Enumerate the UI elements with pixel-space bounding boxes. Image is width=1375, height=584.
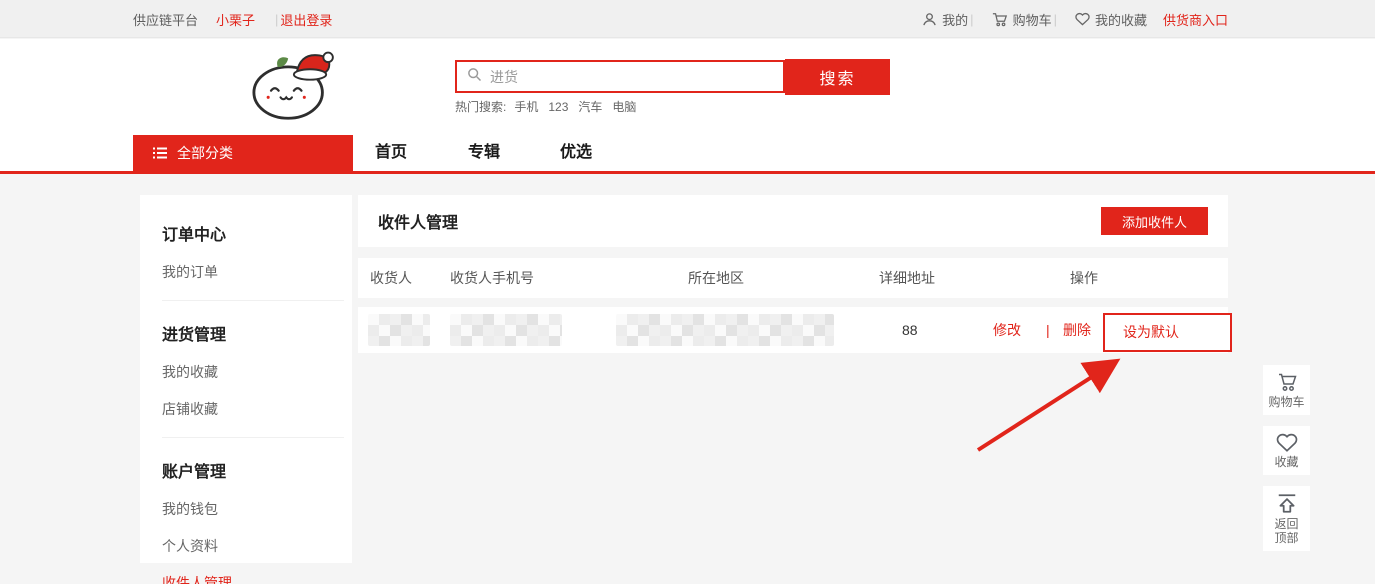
add-recipient-button[interactable]: 添加收件人 <box>1101 207 1208 235</box>
back-to-top-icon <box>1276 493 1298 514</box>
hot-search: 热门搜索: 手机 123 汽车电脑 <box>455 98 646 115</box>
sidebar-item-recipient-management[interactable]: 收件人管理 <box>162 573 342 584</box>
nav-item-picks[interactable]: 优选 <box>560 135 592 171</box>
sidebar-section-title: 账户管理 <box>162 458 342 482</box>
page: 供应链平台 小栗子 | 退出登录 我的 | <box>0 0 1375 584</box>
heart-icon <box>1276 433 1298 452</box>
back-to-top-button[interactable]: 返回顶部 <box>1263 486 1310 551</box>
nav-item-home[interactable]: 首页 <box>375 135 407 171</box>
col-header-recipient: 收货人 <box>370 258 412 298</box>
redacted-recipient-name <box>368 314 430 346</box>
topbar-divider: | <box>970 12 973 27</box>
hot-keyword[interactable]: 电脑 <box>612 100 636 114</box>
nav-item-albums[interactable]: 专辑 <box>468 135 500 171</box>
address-cell: 88 <box>902 307 918 353</box>
topbar-left: 供应链平台 小栗子 | 退出登录 <box>133 10 350 29</box>
edit-link[interactable]: 修改 <box>993 307 1021 353</box>
all-categories-label: 全部分类 <box>177 143 233 163</box>
cart-icon <box>992 12 1008 27</box>
topbar-inner: 供应链平台 小栗子 | 退出登录 我的 | <box>133 0 1228 38</box>
col-header-phone: 收货人手机号 <box>450 258 534 298</box>
redacted-phone-number <box>450 314 562 346</box>
delete-link[interactable]: 删除 <box>1063 307 1091 353</box>
header: 搜索 热门搜索: 手机 123 汽车电脑 <box>0 39 1375 135</box>
redacted-region <box>616 314 834 346</box>
hot-keyword[interactable]: 手机 <box>514 100 538 114</box>
sidebar-item-my-wallet[interactable]: 我的钱包 <box>162 499 342 519</box>
topbar: 供应链平台 小栗子 | 退出登录 我的 | <box>0 0 1375 38</box>
search-box <box>455 60 785 93</box>
sidebar-item-my-favorites[interactable]: 我的收藏 <box>162 362 342 382</box>
logout-link[interactable]: 退出登录 <box>280 10 332 29</box>
main-titlebar: 收件人管理 添加收件人 <box>358 195 1228 247</box>
category-list-icon <box>153 147 167 159</box>
col-header-address: 详细地址 <box>879 258 935 298</box>
site-logo[interactable] <box>243 45 339 123</box>
set-default-highlight-box: 设为默认 <box>1103 313 1232 352</box>
brand-text: 供应链平台 <box>133 10 198 29</box>
sidebar-item-shop-favorites[interactable]: 店铺收藏 <box>162 399 342 419</box>
hot-keyword[interactable]: 123 <box>548 100 568 114</box>
all-categories-button[interactable]: 全部分类 <box>133 135 353 171</box>
my-account-link[interactable]: 我的 <box>922 10 968 29</box>
favorites-label: 我的收藏 <box>1095 10 1147 29</box>
sidebar-section-orders: 订单中心 我的订单 <box>140 201 352 300</box>
col-header-region: 所在地区 <box>688 258 744 298</box>
sidebar-section-purchasing: 进货管理 我的收藏 店铺收藏 <box>140 301 352 437</box>
float-favorite-button[interactable]: 收藏 <box>1263 426 1310 475</box>
cart-icon <box>1276 372 1298 392</box>
cart-label: 购物车 <box>1013 10 1052 29</box>
search-icon <box>467 67 482 87</box>
heart-icon <box>1075 12 1090 26</box>
username-link[interactable]: 小栗子 <box>216 10 255 29</box>
float-favorite-label: 收藏 <box>1274 455 1298 469</box>
sidebar-section-title: 进货管理 <box>162 321 342 345</box>
favorites-link[interactable]: 我的收藏 <box>1075 10 1147 29</box>
search-input[interactable] <box>490 69 783 85</box>
topbar-divider: | <box>275 12 278 27</box>
sidebar-item-my-orders[interactable]: 我的订单 <box>162 262 342 282</box>
cart-link[interactable]: 购物车 <box>992 10 1052 29</box>
user-icon <box>922 12 937 27</box>
content: 订单中心 我的订单 进货管理 我的收藏 店铺收藏 账户管理 我的钱包 个人资料 … <box>0 174 1375 584</box>
main-panel: 收件人管理 添加收件人 收货人 收货人手机号 所在地区 详细地址 操作 88 修… <box>358 195 1228 353</box>
set-default-link[interactable]: 设为默认 <box>1123 315 1179 350</box>
hot-search-label: 热门搜索: <box>455 100 506 114</box>
sidebar: 订单中心 我的订单 进货管理 我的收藏 店铺收藏 账户管理 我的钱包 个人资料 … <box>140 195 352 563</box>
chestnut-mascot-logo <box>243 45 339 123</box>
hot-keyword[interactable]: 汽车 <box>578 100 602 114</box>
topbar-right: 我的 | 购物车 | <box>906 10 1228 29</box>
float-quickbar: 购物车 收藏 返回顶部 <box>1263 365 1310 562</box>
sidebar-section-account: 账户管理 我的钱包 个人资料 收件人管理 <box>140 438 352 584</box>
float-cart-label: 购物车 <box>1268 395 1304 409</box>
col-header-actions: 操作 <box>1070 258 1098 298</box>
sidebar-section-title: 订单中心 <box>162 221 342 245</box>
table-header-row: 收货人 收货人手机号 所在地区 详细地址 操作 <box>358 258 1228 298</box>
supplier-entry-link[interactable]: 供货商入口 <box>1163 10 1228 29</box>
sidebar-item-profile[interactable]: 个人资料 <box>162 536 342 556</box>
action-divider: | <box>1046 307 1050 353</box>
page-title: 收件人管理 <box>378 209 458 233</box>
float-cart-button[interactable]: 购物车 <box>1263 365 1310 415</box>
search-button[interactable]: 搜索 <box>785 59 890 95</box>
my-account-label: 我的 <box>942 10 968 29</box>
main-nav: 全部分类 首页 专辑 优选 <box>0 135 1375 174</box>
back-to-top-label: 返回顶部 <box>1274 517 1298 545</box>
topbar-divider: | <box>1054 12 1057 27</box>
table-row: 88 修改 | 删除 设为默认 <box>358 307 1228 353</box>
